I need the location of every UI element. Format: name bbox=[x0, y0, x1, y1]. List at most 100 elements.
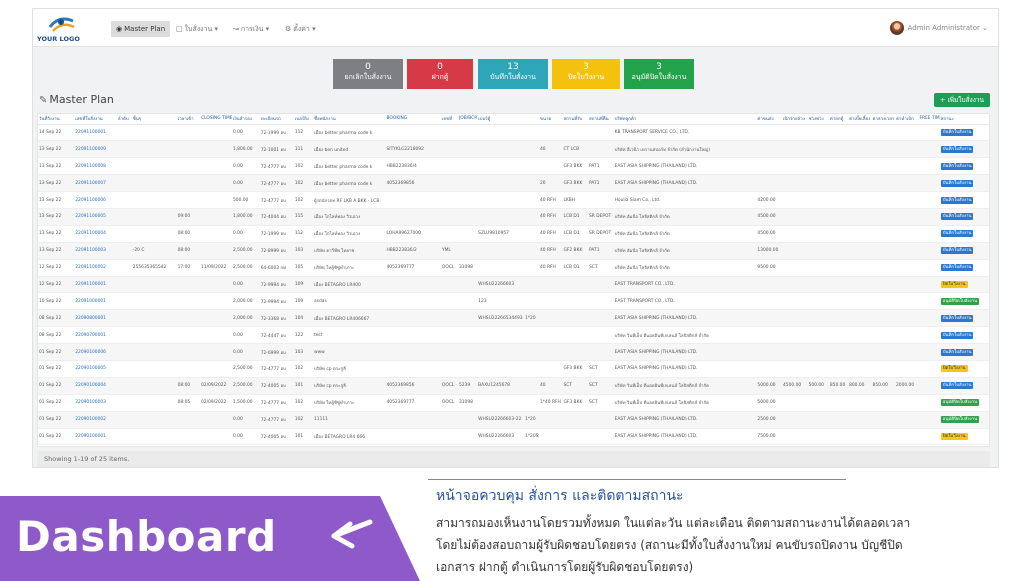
table-row[interactable]: 12 Sep 22 22091100001 0.00 72-9994 อบ 109 เมื… bbox=[38, 276, 989, 294]
table-row[interactable]: 13 Sep 22 22091100005 09:00 1,800.00 72-4044… bbox=[38, 208, 989, 226]
column-header[interactable]: เบอร์ยิง bbox=[293, 114, 313, 125]
status-badge[interactable]: บันทึกใบสั่งงาน bbox=[940, 196, 974, 204]
table-row[interactable]: 01 Sep 22 22090100006 0.00 72-6999 อบ 103 www… bbox=[38, 343, 989, 361]
work-order-link[interactable]: 22090100001 bbox=[74, 428, 117, 446]
status-badge[interactable]: บันทึกใบสั่งงาน bbox=[940, 314, 974, 322]
table-row[interactable]: 08 Sep 22 22090800001 2,000.00 72-3368 อบ 10… bbox=[38, 309, 989, 328]
card-approved[interactable]: 3 อนุมัติปิดใบสั่งงาน bbox=[624, 59, 694, 89]
work-order-link[interactable]: 22091100001 bbox=[74, 124, 117, 142]
work-order-link[interactable]: 22091100002 bbox=[74, 259, 117, 277]
status-badge[interactable]: บันทึกใบสั่งงาน bbox=[940, 382, 974, 390]
nav-master-plan[interactable]: ◉ Master Plan bbox=[111, 21, 171, 37]
work-order-link[interactable]: 22091100004 bbox=[74, 225, 117, 243]
column-header[interactable]: เบอร์ตู้ bbox=[477, 114, 525, 125]
nav-finance[interactable]: ↝ การเงิน ▾ bbox=[233, 21, 269, 37]
card-deposit[interactable]: 0 ฝากตู้ bbox=[407, 59, 473, 89]
table-row[interactable]: 13 Sep 22 22091100009 1,800.00 72-1001 อบ 11… bbox=[38, 140, 989, 159]
card-recorded[interactable]: 13 บันทึกใบสั่งงาน bbox=[478, 59, 548, 89]
work-order-link[interactable]: 22090100006 bbox=[74, 343, 117, 361]
column-header[interactable]: ช่วงพ่วง bbox=[807, 114, 829, 125]
work-order-link[interactable]: 22090100004 bbox=[74, 377, 117, 395]
user-menu[interactable]: Admin Administrator ⌄ bbox=[889, 19, 988, 37]
table-row[interactable]: 10 Sep 22 22091000001 2,000.00 72-9994 อบ 10… bbox=[38, 292, 989, 311]
status-badge[interactable]: บันทึกใบสั่งงาน bbox=[940, 247, 974, 255]
column-header[interactable]: วันที่วิ่งงาน bbox=[38, 114, 75, 125]
work-order-link[interactable]: 22091100008 bbox=[74, 157, 117, 176]
work-order-link[interactable]: 22091100005 bbox=[74, 208, 117, 226]
column-header[interactable]: JOB/BCR bbox=[457, 114, 478, 125]
status-badge[interactable]: บันทึกใบสั่งงาน bbox=[940, 162, 974, 170]
add-work-order-button[interactable]: + เพิ่มใบสั่งงาน bbox=[933, 93, 990, 107]
work-order-link[interactable]: 22091100007 bbox=[74, 174, 117, 193]
status-badge[interactable]: บันทึกใบสั่งงาน bbox=[940, 128, 974, 136]
work-order-link[interactable]: 22091100003 bbox=[74, 242, 117, 260]
work-order-link[interactable]: 22090100003 bbox=[74, 394, 117, 412]
status-badge[interactable]: อนุมัติปิดใบสั่งงาน bbox=[940, 297, 980, 305]
table-row[interactable]: 01 Sep 22 22090100004 08:00 02/09/2022 2,500… bbox=[38, 377, 989, 395]
card-closed[interactable]: 3 ปิดใบวีงงาน bbox=[552, 59, 620, 89]
work-order-link[interactable]: 22091100006 bbox=[74, 191, 117, 209]
column-header[interactable] bbox=[524, 114, 539, 125]
table-row[interactable]: 08 Sep 22 22090700001 0.00 72-4447 อบ 122 tes… bbox=[38, 326, 989, 345]
work-order-link[interactable]: 22091100009 bbox=[74, 140, 117, 159]
status-badge[interactable]: ปิดใบวีงงาน bbox=[940, 432, 968, 440]
column-header[interactable] bbox=[741, 114, 755, 125]
column-header[interactable]: สถานที่รับ bbox=[562, 114, 589, 125]
status-badge[interactable]: อนุมัติปิดใบสั่งงาน bbox=[940, 416, 980, 424]
table-row[interactable]: 14 Sep 22 22091100001 0.00 72-1999 อบ 112 เมื… bbox=[38, 124, 989, 142]
status-badge[interactable]: บันทึกใบสั่งงาน bbox=[940, 145, 974, 153]
column-header[interactable]: ชื่อพนักงาน bbox=[313, 114, 380, 125]
column-header[interactable]: ค่าล่วงเวลา bbox=[871, 114, 895, 125]
status-badge[interactable]: อนุมัติปิดใบสั่งงาน bbox=[940, 399, 980, 407]
column-header[interactable]: เลขที่ใบสั่งงาน bbox=[74, 114, 117, 125]
column-header[interactable]: ชิ้นๆ bbox=[131, 114, 175, 125]
status-badge[interactable]: บันทึกใบสั่งงาน bbox=[940, 331, 974, 339]
status-badge[interactable]: บันทึกใบสั่งงาน bbox=[940, 213, 974, 221]
column-header[interactable]: เงินสำรอง bbox=[231, 114, 260, 125]
column-header[interactable]: ทะเบียนรถ bbox=[259, 114, 294, 125]
column-header[interactable]: สถานที่คืน bbox=[588, 114, 614, 125]
column-header[interactable]: ค่าขนส่ง bbox=[756, 114, 782, 125]
column-header[interactable]: เบิกจ่ายล่วง bbox=[782, 114, 808, 125]
work-order-link[interactable]: 22090100005 bbox=[74, 360, 117, 378]
column-header[interactable]: ค่าทำเบิก bbox=[894, 114, 919, 125]
table-row[interactable]: 13 Sep 22 22091100003 -20 C 08:00 2,500.00 72… bbox=[38, 242, 989, 260]
column-header[interactable]: ลำดับ bbox=[116, 114, 132, 125]
nav-settings[interactable]: ⚙ ตั้งค่า ▾ bbox=[285, 21, 316, 37]
table-cell bbox=[116, 191, 132, 209]
work-order-link[interactable]: 22091000001 bbox=[74, 292, 117, 311]
column-header[interactable]: บริษัทลูกค้า bbox=[613, 114, 742, 125]
status-badge[interactable]: ปิดใบวีงงาน bbox=[940, 365, 968, 373]
column-header[interactable]: ค่าเบี้ยเลี้ยง bbox=[848, 114, 872, 125]
table-row[interactable]: 01 Sep 22 22090100003 08:05 02/09/2022 1,500… bbox=[38, 394, 989, 412]
company-logo[interactable]: YOUR LOGO bbox=[37, 13, 87, 45]
status-badge[interactable]: ปิดใบวีงงาน bbox=[940, 280, 968, 288]
table-row[interactable]: 13 Sep 22 22091100007 0.00 72-4777 อบ 102 เมื… bbox=[38, 174, 989, 193]
table-row[interactable]: 13 Sep 22 22091100004 08:00 0.00 72-1999 อบ 1… bbox=[38, 225, 989, 243]
column-header[interactable]: BOOKING bbox=[385, 114, 441, 125]
work-order-link[interactable]: 22090700001 bbox=[74, 326, 117, 345]
work-order-link[interactable]: 22090100002 bbox=[74, 411, 117, 429]
table-row[interactable]: 13 Sep 22 22091100008 0.00 72-4777 อบ 102 เมื… bbox=[38, 157, 989, 176]
table-row[interactable]: 01 Sep 22 22090100002 0.00 72-4777 อบ 102 111… bbox=[38, 411, 989, 429]
column-header[interactable]: เวลาเข้า bbox=[176, 114, 201, 125]
status-badge[interactable]: บันทึกใบสั่งงาน bbox=[940, 348, 974, 356]
column-header[interactable]: เลขที่ bbox=[440, 114, 458, 125]
column-header[interactable]: ค่ายกตู้ bbox=[828, 114, 849, 125]
column-header[interactable]: CLOSING TIME bbox=[200, 114, 232, 125]
work-order-link[interactable]: 22090800001 bbox=[74, 309, 117, 328]
nav-work-order[interactable]: □ ใบสั่งงาน ▾ bbox=[176, 21, 218, 37]
card-cancelled[interactable]: 0 ยกเลิกใบสั่งงาน bbox=[333, 59, 403, 89]
column-header[interactable]: FREE TIME bbox=[918, 114, 940, 125]
work-order-link[interactable]: 22091100001 bbox=[74, 276, 117, 294]
status-badge[interactable]: บันทึกใบสั่งงาน bbox=[940, 264, 974, 272]
table-row[interactable]: 01 Sep 22 22090100001 0.00 72-4005 อบ 101 เมื… bbox=[38, 428, 989, 446]
column-header[interactable]: สถานะ bbox=[939, 114, 989, 125]
table-row[interactable]: 13 Sep 22 22091100006 500.00 72-4777 อบ 102 ผ… bbox=[38, 191, 989, 209]
column-header[interactable]: ขนาด bbox=[538, 114, 563, 125]
table-row[interactable]: 12 Sep 22 22091100002 255635365542 17:00 11/… bbox=[38, 259, 989, 277]
status-badge[interactable]: บันทึกใบสั่งงาน bbox=[940, 179, 974, 187]
table-row[interactable]: 01 Sep 22 22090100005 2,500.00 72-4777 อบ 10… bbox=[38, 360, 989, 378]
table-cell: 01 Sep 22 bbox=[38, 428, 75, 446]
status-badge[interactable]: บันทึกใบสั่งงาน bbox=[940, 230, 974, 238]
